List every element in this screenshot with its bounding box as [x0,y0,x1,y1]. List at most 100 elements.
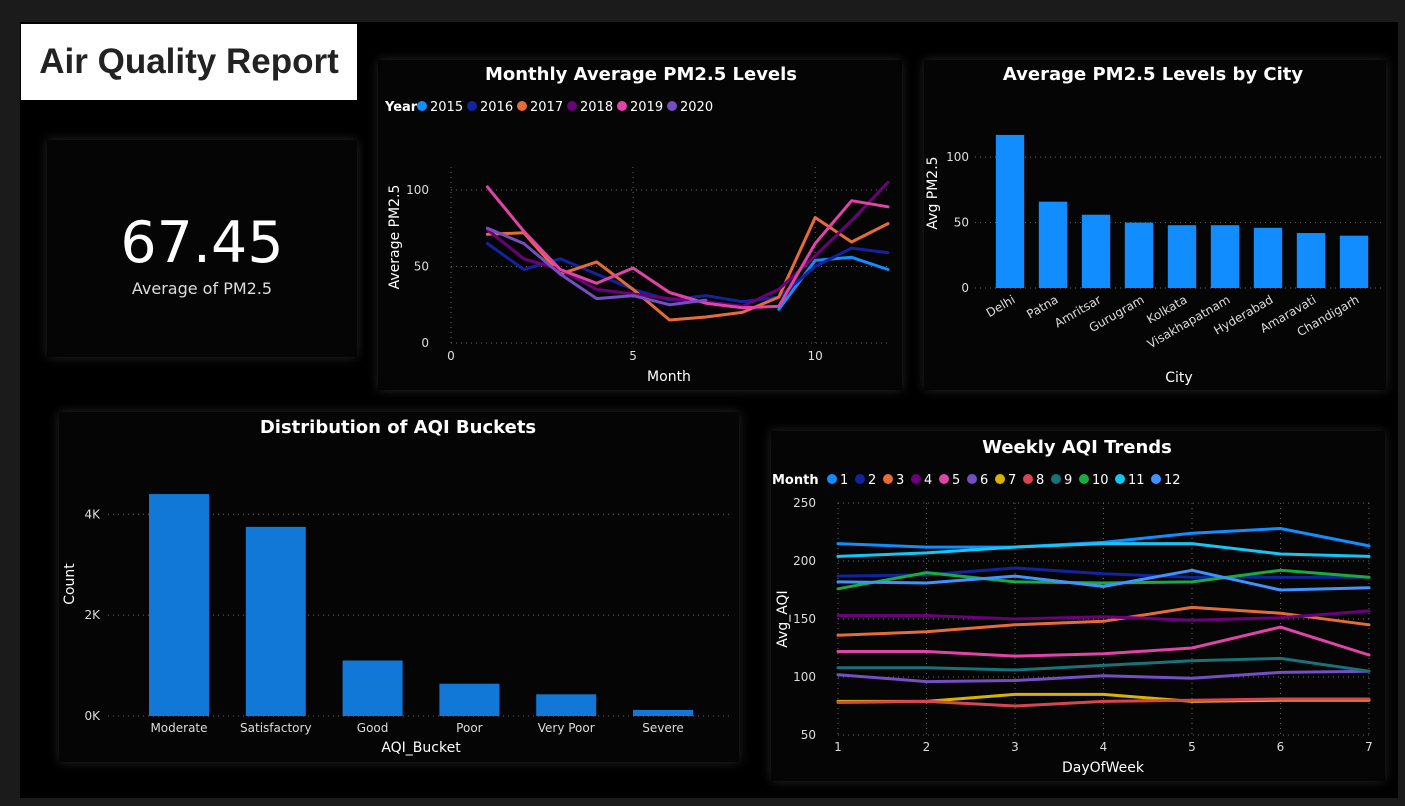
city-bar [1296,233,1326,288]
aqi-bar [633,709,693,716]
weekly-y-axis-label: Avg_AQI [775,590,791,647]
monthly-x-axis-label: Month [647,369,691,385]
aqi-bar [536,694,597,716]
weekly-y-tick: 50 [801,728,816,742]
aqi-y-tick: 2K [84,608,101,622]
monthly-x-tick: 5 [629,349,637,363]
monthly-series-line [485,185,890,310]
city-bar [1038,201,1068,288]
weekly-series-line [836,566,1371,579]
city-y-tick: 100 [946,150,969,164]
weekly-legend-marker [995,474,1005,484]
aqi-x-tick: Good [357,721,389,735]
weekly-legend-entry: 5 [952,473,960,488]
weekly-y-tick: 100 [793,670,816,684]
weekly-legend-title: Month [772,473,819,488]
monthly-legend-entry: 2016 [480,100,513,115]
monthly-legend-marker [467,101,477,111]
city-x-tick: Delhi [984,292,1018,320]
city-bar [1253,227,1283,288]
monthly-legend-entry: 2018 [580,100,613,115]
weekly-x-tick: 6 [1277,740,1285,754]
monthly-legend-marker [667,101,677,111]
weekly-legend-marker [939,474,949,484]
weekly-y-tick: 250 [793,496,816,510]
weekly-x-tick: 3 [1011,740,1019,754]
weekly-chart-title: Weekly AQI Trends [982,437,1172,458]
weekly-legend-marker [1051,474,1061,484]
aqi-y-axis-label: Count [62,563,78,605]
weekly-legend-entry: 6 [980,473,988,488]
weekly-x-tick: 1 [834,740,842,754]
monthly-legend-marker [517,101,527,111]
city-y-tick: 0 [961,281,969,295]
weekly-series-line [836,669,1371,684]
weekly-legend-entry: 10 [1092,473,1109,488]
weekly-legend-marker [827,474,837,484]
monthly-legend-entry: 2020 [680,100,713,115]
monthly-series-line [485,242,890,304]
city-x-axis-label: City [1165,370,1192,386]
weekly-legend-marker [1151,474,1161,484]
weekly-legend-entry: 2 [868,473,876,488]
weekly-x-tick: 2 [923,740,931,754]
monthly-legend-entry: 2017 [530,100,563,115]
city-bar [1124,222,1154,288]
weekly-series-line [836,697,1371,708]
weekly-x-tick: 7 [1365,740,1373,754]
city-bar [1339,235,1369,288]
monthly-legend-entry: 2019 [630,100,663,115]
monthly-x-tick: 0 [447,349,455,363]
city-bar [1167,225,1197,288]
monthly-legend-marker [617,101,627,111]
weekly-legend-entry: 7 [1008,473,1016,488]
weekly-legend-marker [883,474,893,484]
aqi-x-tick: Moderate [150,721,207,735]
monthly-legend-marker [417,101,427,111]
monthly-legend-entry: 2015 [430,100,463,115]
aqi-bar [245,526,306,716]
monthly-series-line [485,180,890,308]
weekly-x-tick: 4 [1100,740,1108,754]
city-y-tick: 50 [954,216,969,230]
aqi-y-tick: 0K [84,709,101,723]
weekly-legend-entry: 11 [1128,473,1145,488]
city-bar [1210,225,1240,288]
weekly-legend-entry: 3 [896,473,904,488]
weekly-x-tick: 5 [1188,740,1196,754]
weekly-y-tick: 200 [793,554,816,568]
city-bar [1081,214,1111,288]
aqi-x-tick: Satisfactory [240,721,312,735]
weekly-legend-marker [1079,474,1089,484]
monthly-legend-marker [567,101,577,111]
weekly-legend-entry: 8 [1036,473,1044,488]
city-chart-title: Average PM2.5 Levels by City [1003,64,1304,85]
monthly-chart-title: Monthly Average PM2.5 Levels [485,64,797,85]
aqi-bar [342,660,403,716]
aqi-x-tick: Very Poor [538,721,595,735]
monthly-legend-title: Year [384,100,418,115]
monthly-y-tick: 50 [414,259,429,273]
weekly-legend-marker [911,474,921,484]
monthly-x-tick: 10 [808,349,823,363]
monthly-y-tick: 100 [406,183,429,197]
aqi-x-tick: Poor [456,721,482,735]
aqi-x-tick: Severe [642,721,684,735]
aqi-y-tick: 4K [84,507,101,521]
aqi-chart-title: Distribution of AQI Buckets [260,417,536,438]
weekly-legend-entry: 1 [840,473,848,488]
aqi-bar [149,494,209,716]
monthly-y-axis-label: Average PM2.5 [387,185,403,290]
weekly-legend-marker [855,474,865,484]
weekly-y-tick: 150 [793,612,816,626]
city-y-axis-label: Avg PM2.5 [925,156,941,229]
weekly-legend-marker [967,474,977,484]
weekly-series-line [836,656,1371,673]
aqi-bar [439,683,500,716]
aqi-x-axis-label: AQI_Bucket [381,740,461,756]
monthly-y-tick: 0 [421,336,429,350]
weekly-legend-entry: 9 [1064,473,1072,488]
city-bar [995,134,1025,288]
weekly-legend-marker [1115,474,1125,484]
monthly-series-line [485,216,890,322]
